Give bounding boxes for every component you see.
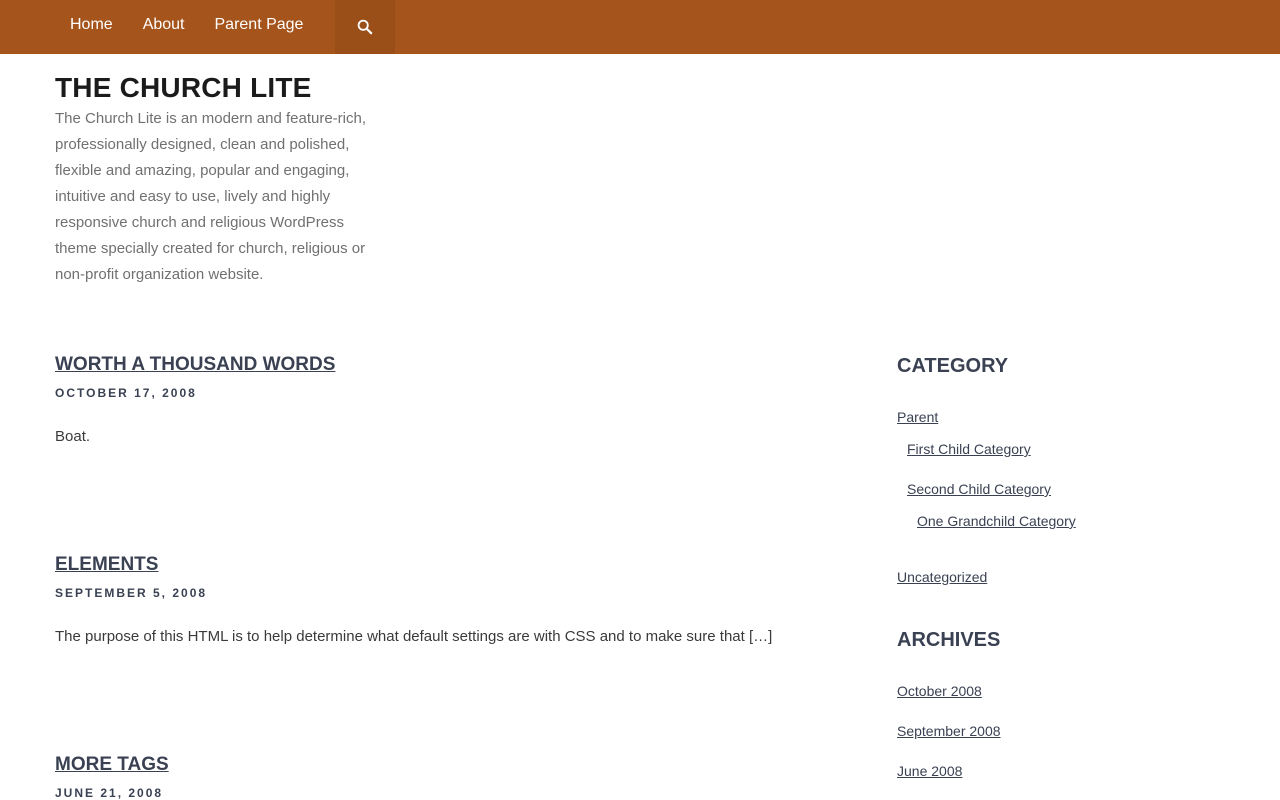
- category-grandchild[interactable]: One Grandchild Category: [917, 513, 1076, 529]
- post-title[interactable]: ELEMENTS: [55, 554, 835, 576]
- category-parent[interactable]: Parent: [897, 409, 938, 425]
- nav-parent-page[interactable]: Parent Page: [200, 0, 319, 54]
- post-excerpt: Boat.: [55, 428, 91, 445]
- category-first-child[interactable]: First Child Category: [907, 441, 1031, 457]
- post-title[interactable]: MORE TAGS: [55, 754, 835, 776]
- archives-widget-title: ARCHIVES: [897, 629, 1001, 651]
- post-elements: ELEMENTS SEPTEMBER 5, 2008 The purpose o…: [55, 554, 835, 645]
- category-widget-title: CATEGORY: [897, 355, 1009, 377]
- post-date: SEPTEMBER 5, 2008: [55, 586, 208, 600]
- search-button[interactable]: [335, 0, 395, 54]
- post-title[interactable]: WORTH A THOUSAND WORDS: [55, 354, 835, 376]
- site-title[interactable]: THE CHURCH LITE: [55, 72, 312, 104]
- nav-about[interactable]: About: [128, 0, 200, 54]
- archive-september-2008[interactable]: September 2008: [897, 723, 1001, 739]
- post-worth-a-thousand-words: WORTH A THOUSAND WORDS OCTOBER 17, 2008 …: [55, 354, 835, 445]
- main-menu: Home About Parent Page: [55, 0, 318, 54]
- search-icon: [357, 19, 373, 35]
- post-date: JUNE 21, 2008: [55, 786, 164, 800]
- site-description: The Church Lite is an modern and feature…: [55, 110, 366, 283]
- post-date: OCTOBER 17, 2008: [55, 386, 197, 400]
- post-excerpt: The purpose of this HTML is to help dete…: [55, 628, 773, 645]
- nav-home[interactable]: Home: [55, 0, 128, 54]
- archive-june-2008[interactable]: June 2008: [897, 763, 962, 779]
- archive-october-2008[interactable]: October 2008: [897, 683, 982, 699]
- post-more-tags: MORE TAGS JUNE 21, 2008: [55, 754, 835, 800]
- category-uncategorized[interactable]: Uncategorized: [897, 569, 987, 585]
- category-second-child[interactable]: Second Child Category: [907, 481, 1051, 497]
